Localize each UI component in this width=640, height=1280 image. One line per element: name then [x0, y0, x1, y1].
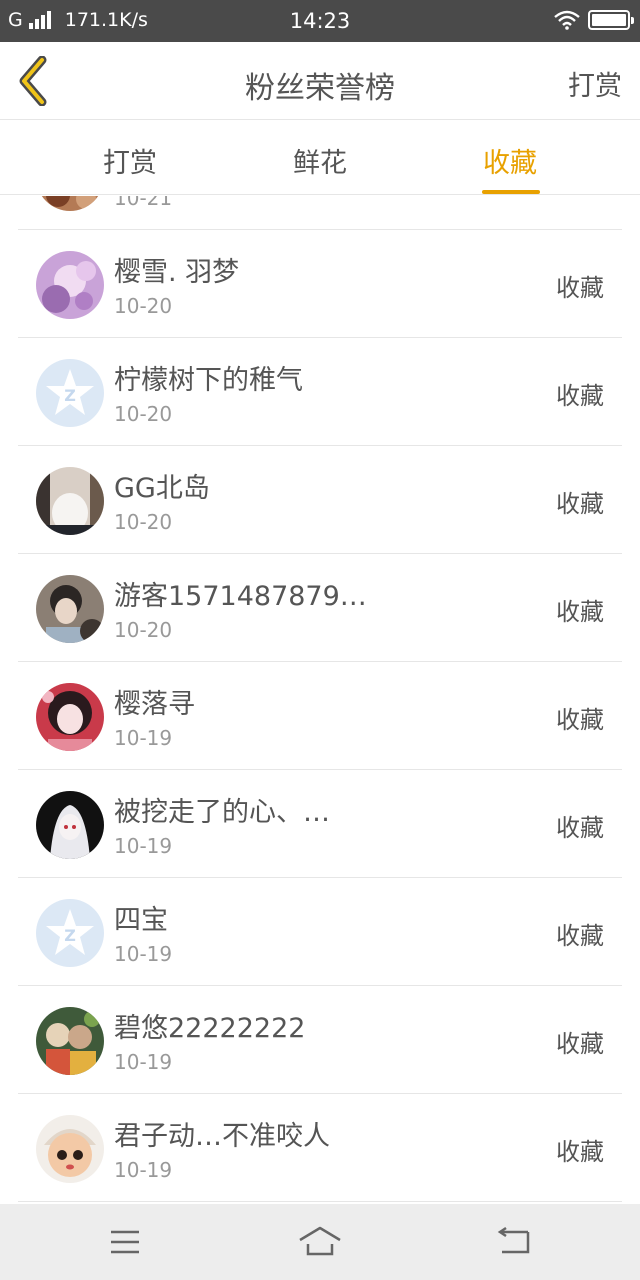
back-nav-button[interactable]	[496, 1224, 536, 1260]
avatar	[36, 683, 104, 751]
menu-button[interactable]	[105, 1224, 145, 1260]
battery-level	[592, 14, 626, 26]
list-item[interactable]: Z 四宝 10-19 收藏	[18, 878, 622, 986]
item-date: 10-20	[114, 402, 173, 426]
item-action: 收藏	[556, 814, 604, 842]
fan-list[interactable]: 10-21 樱雪. 羽梦 10-20 收藏 Z 柠檬树下的稚气 10-20 收藏…	[18, 196, 622, 1204]
avatar	[36, 196, 104, 211]
list-item[interactable]: 樱落寻 10-19 收藏	[18, 662, 622, 770]
svg-text:Z: Z	[64, 926, 76, 945]
tab-label: 鲜花	[293, 148, 347, 179]
tab-bar: 打赏 鲜花 收藏	[0, 121, 640, 195]
item-action: 收藏	[556, 274, 604, 302]
avatar	[36, 251, 104, 319]
list-item[interactable]: 10-21	[18, 196, 622, 230]
status-bar: G 171.1K/s 14:23	[0, 0, 640, 42]
item-date: 10-19	[114, 1158, 173, 1182]
list-item[interactable]: 君子动…不准咬人 10-19 收藏	[18, 1094, 622, 1202]
item-action: 收藏	[556, 922, 604, 950]
tab-label: 收藏	[483, 148, 537, 179]
item-name: 四宝	[114, 905, 168, 936]
list-item[interactable]: 碧悠22222222 10-19 收藏	[18, 986, 622, 1094]
item-name: 被挖走了的心、…	[114, 797, 330, 828]
status-time: 14:23	[289, 9, 351, 33]
item-action: 收藏	[556, 706, 604, 734]
tab-favorites[interactable]: 收藏	[450, 141, 570, 194]
battery-icon	[588, 10, 634, 30]
tab-reward[interactable]: 打赏	[70, 141, 190, 180]
item-date: 10-21	[114, 196, 173, 210]
item-action: 收藏	[556, 598, 604, 626]
item-date: 10-19	[114, 1050, 173, 1074]
avatar	[36, 467, 104, 535]
home-button[interactable]	[298, 1224, 342, 1260]
default-avatar-icon: Z	[36, 359, 104, 427]
list-item[interactable]: 被挖走了的心、… 10-19 收藏	[18, 770, 622, 878]
item-name: 樱落寻	[114, 689, 195, 720]
item-name: 柠檬树下的稚气	[114, 365, 303, 396]
item-action: 收藏	[556, 1030, 604, 1058]
avatar	[36, 575, 104, 643]
svg-text:Z: Z	[64, 386, 76, 405]
item-date: 10-19	[114, 834, 173, 858]
wifi-icon	[554, 10, 580, 30]
item-name: 樱雪. 羽梦	[114, 257, 240, 288]
bottom-nav	[0, 1204, 640, 1280]
item-action: 收藏	[556, 1138, 604, 1166]
tab-label: 打赏	[103, 148, 157, 179]
list-item[interactable]: 樱雪. 羽梦 10-20 收藏	[18, 230, 622, 338]
home-icon	[299, 1226, 341, 1256]
page-title: 粉丝荣誉榜	[245, 71, 395, 106]
item-name: 游客1571487879…	[114, 581, 367, 612]
list-item[interactable]: GG北岛 10-20 收藏	[18, 446, 622, 554]
item-date: 10-19	[114, 726, 173, 750]
reward-button[interactable]: 打赏	[568, 64, 622, 103]
avatar	[36, 1115, 104, 1183]
item-date: 10-19	[114, 942, 173, 966]
status-right	[554, 10, 634, 30]
item-date: 10-20	[114, 618, 173, 642]
back-icon	[497, 1226, 530, 1254]
item-date: 10-20	[114, 510, 173, 534]
item-name: 君子动…不准咬人	[114, 1121, 330, 1152]
header: 粉丝荣誉榜 打赏	[0, 42, 640, 120]
list-item[interactable]: Z 柠檬树下的稚气 10-20 收藏	[18, 338, 622, 446]
avatar	[36, 791, 104, 859]
menu-icon	[111, 1230, 139, 1254]
tab-flowers[interactable]: 鲜花	[260, 141, 380, 180]
item-action: 收藏	[556, 382, 604, 410]
item-action: 收藏	[556, 490, 604, 518]
item-name: 碧悠22222222	[114, 1013, 306, 1044]
item-name: GG北岛	[114, 473, 210, 504]
list-item[interactable]: 游客1571487879… 10-20 收藏	[18, 554, 622, 662]
item-date: 10-20	[114, 294, 173, 318]
active-tab-indicator	[482, 190, 540, 194]
avatar	[36, 1007, 104, 1075]
default-avatar-icon: Z	[36, 899, 104, 967]
